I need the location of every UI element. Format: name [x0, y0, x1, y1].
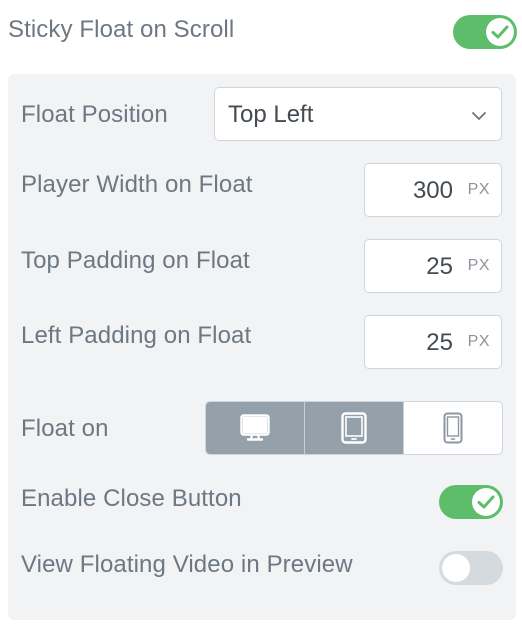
float-position-value: Top Left — [228, 101, 314, 128]
left-padding-input[interactable]: 25 PX — [364, 315, 502, 369]
sticky-float-label: Sticky Float on Scroll — [8, 16, 235, 43]
preview-toggle[interactable] — [439, 551, 503, 585]
mobile-icon — [443, 412, 463, 444]
sticky-float-settings: Sticky Float on Scroll Float Position To… — [0, 0, 522, 626]
float-position-select[interactable]: Top Left — [214, 87, 502, 141]
sticky-float-toggle[interactable] — [453, 15, 517, 49]
left-padding-unit: PX — [467, 333, 490, 350]
top-padding-label: Top Padding on Float — [21, 247, 250, 274]
player-width-value: 300 — [412, 177, 453, 204]
float-position-label: Float Position — [21, 101, 168, 128]
tablet-icon — [341, 412, 367, 444]
check-icon — [477, 495, 495, 509]
desktop-icon — [240, 414, 270, 441]
close-button-label: Enable Close Button — [21, 485, 242, 512]
toggle-knob — [472, 488, 500, 516]
chevron-down-icon — [471, 108, 487, 126]
toggle-knob — [442, 554, 470, 582]
device-tablet-button[interactable] — [304, 402, 403, 454]
device-mobile-button[interactable] — [403, 402, 502, 454]
top-padding-value: 25 — [426, 253, 453, 280]
device-desktop-button[interactable] — [206, 402, 304, 454]
float-on-device-switcher — [205, 401, 503, 455]
float-on-label: Float on — [21, 415, 109, 442]
left-padding-label: Left Padding on Float — [21, 322, 252, 349]
check-icon — [491, 25, 509, 39]
player-width-unit: PX — [467, 181, 490, 198]
toggle-knob — [486, 18, 514, 46]
player-width-input[interactable]: 300 PX — [364, 163, 502, 217]
close-button-toggle[interactable] — [439, 485, 503, 519]
top-padding-input[interactable]: 25 PX — [364, 239, 502, 293]
player-width-label: Player Width on Float — [21, 171, 253, 198]
preview-label: View Floating Video in Preview — [21, 551, 353, 578]
top-padding-unit: PX — [467, 257, 490, 274]
sticky-float-row: Sticky Float on Scroll — [8, 0, 522, 64]
left-padding-value: 25 — [426, 329, 453, 356]
